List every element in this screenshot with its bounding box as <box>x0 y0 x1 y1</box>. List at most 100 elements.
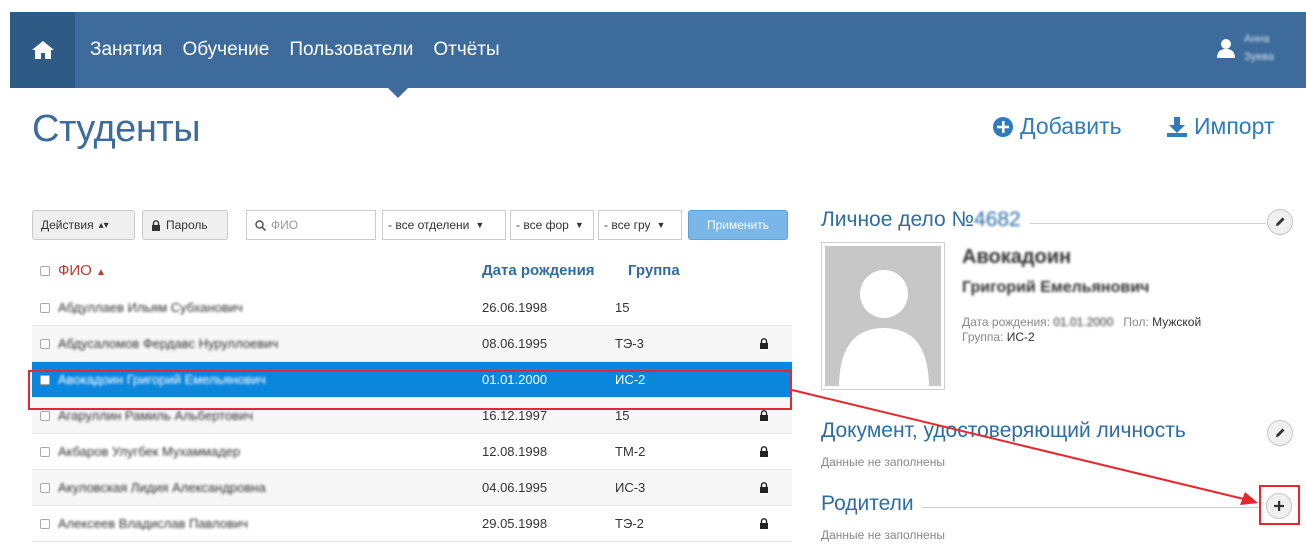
row-checkbox[interactable] <box>40 518 50 529</box>
user-last-name: Зуева <box>1244 51 1274 63</box>
table-row[interactable]: Акбаров Улугбек Мухаммадер 12.08.1998 ТМ-2 <box>32 434 792 470</box>
nav-item-users[interactable]: Пользователи <box>289 39 413 61</box>
actions-label: Действия <box>41 218 94 232</box>
column-header-fio[interactable]: ФИО ▲ <box>58 262 106 279</box>
lock-icon <box>152 219 160 231</box>
apply-button[interactable]: Применить <box>688 210 788 240</box>
student-dob: 29.05.1998 <box>482 516 548 531</box>
student-group: ИС-3 <box>615 480 646 495</box>
edit-profile-button[interactable] <box>1267 209 1293 235</box>
parents-title: Родители <box>821 492 920 516</box>
no-photo-label: НЕТ ФОТО <box>853 366 912 378</box>
main-nav: Занятия Обучение Пользователи Отчёты <box>90 12 500 88</box>
user-name: Анна Зуева <box>1244 30 1274 66</box>
student-details-line2: Группа: ИС-2 <box>962 330 1035 344</box>
student-group: 15 <box>615 408 630 423</box>
password-label: Пароль <box>166 218 208 232</box>
group-filter[interactable]: - все гру ▼ <box>598 210 682 240</box>
student-first-middle-name: Григорий Емельянович <box>962 279 1150 296</box>
pencil-icon <box>1276 217 1285 226</box>
row-checkbox[interactable] <box>40 482 50 493</box>
search-input[interactable]: ФИО <box>246 210 376 240</box>
document-empty-text: Данные не заполнены <box>821 455 945 469</box>
user-menu[interactable]: Анна Зуева <box>1216 30 1274 66</box>
table-row[interactable]: Абдусаломов Фердавс Нуруллоевич 08.06.199… <box>32 326 792 362</box>
select-all-checkbox[interactable] <box>40 266 50 276</box>
row-checkbox[interactable] <box>40 302 50 313</box>
sex-label: Пол: <box>1123 315 1149 329</box>
student-name: Абдуллаев Ильям Субханович <box>58 300 243 315</box>
row-checkbox[interactable] <box>40 410 50 421</box>
student-photo: НЕТ ФОТО <box>821 242 945 390</box>
student-group: ТЭ-3 <box>615 336 644 351</box>
annotation-highlight-button <box>1259 485 1300 525</box>
password-button[interactable]: Пароль <box>142 210 228 240</box>
row-checkbox[interactable] <box>40 338 50 349</box>
lock-icon <box>760 518 768 529</box>
sex-value: Мужской <box>1152 315 1202 329</box>
edit-document-button[interactable] <box>1267 420 1293 446</box>
import-button[interactable]: Импорт <box>1166 113 1274 140</box>
search-placeholder: ФИО <box>271 218 299 232</box>
add-label: Добавить <box>1020 113 1122 139</box>
table-row[interactable]: Акуловская Лидия Александровна 04.06.1995… <box>32 470 792 506</box>
lock-icon <box>760 410 768 421</box>
personal-file-label: Личное дело № <box>821 208 975 231</box>
parents-empty-text: Данные не заполнены <box>821 528 945 542</box>
identity-document-title: Документ, удостоверяющий личность <box>821 419 1192 443</box>
caret-down-icon: ▼ <box>656 220 666 230</box>
import-label: Импорт <box>1194 113 1275 139</box>
plus-circle-icon <box>993 116 1013 137</box>
table-row[interactable]: Алексеев Владислав Павлович 29.05.1998 ТЭ-… <box>32 506 792 542</box>
department-filter-value: - все отделени <box>388 218 470 232</box>
add-button[interactable]: Добавить <box>992 113 1122 140</box>
lock-icon <box>760 338 768 349</box>
student-name: Агаруллин Рамиль Альбертович <box>58 408 253 423</box>
search-icon <box>255 219 266 231</box>
student-details-line1: Дата рождения: 01.01.2000 Пол: Мужской <box>962 315 1201 329</box>
row-checkbox[interactable] <box>40 446 50 457</box>
student-dob: 12.08.1998 <box>482 444 548 459</box>
column-header-group[interactable]: Группа <box>628 262 680 279</box>
sort-asc-icon: ▲ <box>96 267 106 278</box>
user-icon <box>1217 39 1236 58</box>
record-number: 4682 <box>974 208 1021 231</box>
student-name: Акуловская Лидия Александровна <box>58 480 266 495</box>
section-divider <box>922 507 1260 508</box>
avatar-placeholder-icon <box>839 270 929 386</box>
nav-item-learning[interactable]: Обучение <box>182 39 269 61</box>
page-title: Студенты <box>32 108 201 150</box>
lock-icon <box>760 482 768 493</box>
user-first-name: Анна <box>1244 33 1270 45</box>
home-button[interactable] <box>10 12 75 88</box>
student-name: Алексеев Владислав Павлович <box>58 516 249 531</box>
nav-item-classes[interactable]: Занятия <box>90 39 162 61</box>
student-name: Абдусаломов Фердавс Нуруллоевич <box>58 336 279 351</box>
form-filter-value: - все фор <box>516 218 569 232</box>
nav-item-reports[interactable]: Отчёты <box>433 39 499 61</box>
dob-label: Дата рождения: <box>962 315 1050 329</box>
top-navbar: Занятия Обучение Пользователи Отчёты Анн… <box>10 12 1306 98</box>
download-icon <box>1167 116 1187 137</box>
student-group: 15 <box>615 300 630 315</box>
group-value: ИС-2 <box>1006 330 1035 344</box>
section-divider <box>1030 223 1266 224</box>
column-header-dob[interactable]: Дата рождения <box>482 262 595 279</box>
group-label: Группа: <box>962 330 1004 344</box>
student-group: ТМ-2 <box>615 444 646 459</box>
sort-arrows-icon: ▴▾ <box>98 219 109 231</box>
student-last-name: Авокадоин <box>962 246 1072 268</box>
table-row[interactable]: Абдуллаев Ильям Субханович 26.06.1998 15 <box>32 290 792 326</box>
pencil-icon <box>1276 428 1285 437</box>
lock-icon <box>760 446 768 457</box>
form-filter[interactable]: - все фор ▼ <box>510 210 594 240</box>
actions-dropdown[interactable]: Действия ▴▾ <box>32 210 135 240</box>
student-dob: 26.06.1998 <box>482 300 548 315</box>
department-filter[interactable]: - все отделени ▼ <box>382 210 506 240</box>
fio-header-label: ФИО <box>58 262 92 279</box>
student-dob: 16.12.1997 <box>482 408 548 423</box>
personal-file-title: Личное дело №4682 <box>821 208 1027 232</box>
student-name: Акбаров Улугбек Мухаммадер <box>58 444 241 459</box>
student-group: ТЭ-2 <box>615 516 644 531</box>
student-dob: 04.06.1995 <box>482 480 548 495</box>
